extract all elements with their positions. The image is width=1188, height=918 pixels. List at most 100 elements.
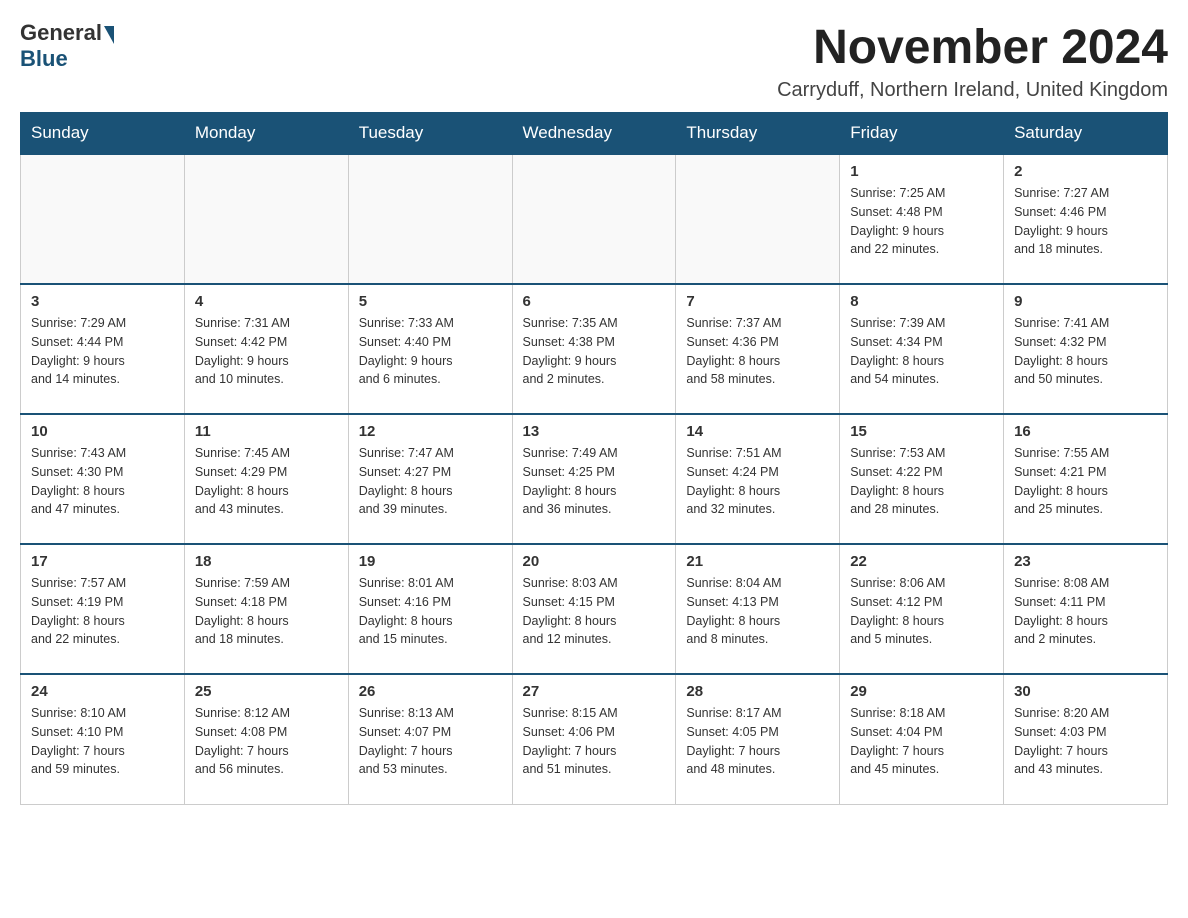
day-number: 2 (1014, 163, 1157, 180)
day-info: Sunrise: 7:59 AM Sunset: 4:18 PM Dayligh… (195, 574, 338, 649)
day-number: 4 (195, 293, 338, 310)
calendar-cell: 26Sunrise: 8:13 AM Sunset: 4:07 PM Dayli… (348, 674, 512, 804)
day-info: Sunrise: 8:20 AM Sunset: 4:03 PM Dayligh… (1014, 704, 1157, 779)
calendar-cell: 11Sunrise: 7:45 AM Sunset: 4:29 PM Dayli… (184, 414, 348, 544)
calendar-cell: 3Sunrise: 7:29 AM Sunset: 4:44 PM Daylig… (21, 284, 185, 414)
logo-blue-text: Blue (20, 46, 68, 71)
day-number: 29 (850, 683, 993, 700)
day-info: Sunrise: 8:08 AM Sunset: 4:11 PM Dayligh… (1014, 574, 1157, 649)
calendar-header-wednesday: Wednesday (512, 113, 676, 155)
day-info: Sunrise: 7:29 AM Sunset: 4:44 PM Dayligh… (31, 314, 174, 389)
calendar-cell: 17 Sunrise: 7:57 AM Sunset: 4:19 PM Dayli… (21, 544, 185, 674)
calendar-cell (676, 154, 840, 284)
calendar-table: SundayMondayTuesdayWednesdayThursdayFrid… (20, 112, 1168, 805)
calendar-header-row: SundayMondayTuesdayWednesdayThursdayFrid… (21, 113, 1168, 155)
calendar-cell: 30 Sunrise: 8:20 AM Sunset: 4:03 PM Dayli… (1004, 674, 1168, 804)
day-info: Sunrise: 8:01 AM Sunset: 4:16 PM Dayligh… (359, 574, 502, 649)
day-info: Sunrise: 7:37 AM Sunset: 4:36 PM Dayligh… (686, 314, 829, 389)
day-info: Sunrise: 7:49 AM Sunset: 4:25 PM Dayligh… (523, 444, 666, 519)
day-info: Sunrise: 8:17 AM Sunset: 4:05 PM Dayligh… (686, 704, 829, 779)
logo: General Blue (20, 20, 116, 72)
calendar-cell: 23Sunrise: 8:08 AM Sunset: 4:11 PM Dayli… (1004, 544, 1168, 674)
day-number: 12 (359, 423, 502, 440)
calendar-cell: 20 Sunrise: 8:03 AM Sunset: 4:15 PM Dayli… (512, 544, 676, 674)
day-number: 18 (195, 553, 338, 570)
calendar-cell: 19 Sunrise: 8:01 AM Sunset: 4:16 PM Dayli… (348, 544, 512, 674)
calendar-cell: 2 Sunrise: 7:27 AM Sunset: 4:46 PM Daylig… (1004, 154, 1168, 284)
day-info: Sunrise: 7:53 AM Sunset: 4:22 PM Dayligh… (850, 444, 993, 519)
calendar-week-2: 10 Sunrise: 7:43 AM Sunset: 4:30 PM Dayli… (21, 414, 1168, 544)
title-section: November 2024 Carryduff, Northern Irelan… (777, 20, 1168, 102)
calendar-cell: 1 Sunrise: 7:25 AM Sunset: 4:48 PM Daylig… (840, 154, 1004, 284)
calendar-cell: 29Sunrise: 8:18 AM Sunset: 4:04 PM Dayli… (840, 674, 1004, 804)
day-number: 30 (1014, 683, 1157, 700)
day-number: 15 (850, 423, 993, 440)
day-number: 1 (850, 163, 993, 180)
day-number: 14 (686, 423, 829, 440)
calendar-cell: 9 Sunrise: 7:41 AM Sunset: 4:32 PM Daylig… (1004, 284, 1168, 414)
calendar-cell: 21 Sunrise: 8:04 AM Sunset: 4:13 PM Dayli… (676, 544, 840, 674)
day-info: Sunrise: 7:43 AM Sunset: 4:30 PM Dayligh… (31, 444, 174, 519)
calendar-cell: 28 Sunrise: 8:17 AM Sunset: 4:05 PM Dayli… (676, 674, 840, 804)
day-info: Sunrise: 7:51 AM Sunset: 4:24 PM Dayligh… (686, 444, 829, 519)
day-info: Sunrise: 8:15 AM Sunset: 4:06 PM Dayligh… (523, 704, 666, 779)
day-number: 19 (359, 553, 502, 570)
logo-arrow-icon (104, 26, 114, 44)
calendar-week-0: 1 Sunrise: 7:25 AM Sunset: 4:48 PM Daylig… (21, 154, 1168, 284)
day-number: 28 (686, 683, 829, 700)
day-number: 17 (31, 553, 174, 570)
day-info: Sunrise: 8:13 AM Sunset: 4:07 PM Dayligh… (359, 704, 502, 779)
day-number: 11 (195, 423, 338, 440)
day-info: Sunrise: 7:25 AM Sunset: 4:48 PM Dayligh… (850, 184, 993, 259)
calendar-cell: 22Sunrise: 8:06 AM Sunset: 4:12 PM Dayli… (840, 544, 1004, 674)
day-number: 20 (523, 553, 666, 570)
day-info: Sunrise: 7:33 AM Sunset: 4:40 PM Dayligh… (359, 314, 502, 389)
calendar-cell: 18 Sunrise: 7:59 AM Sunset: 4:18 PM Dayli… (184, 544, 348, 674)
calendar-cell: 10 Sunrise: 7:43 AM Sunset: 4:30 PM Dayli… (21, 414, 185, 544)
day-info: Sunrise: 7:35 AM Sunset: 4:38 PM Dayligh… (523, 314, 666, 389)
calendar-cell (512, 154, 676, 284)
page-subtitle: Carryduff, Northern Ireland, United King… (777, 79, 1168, 102)
calendar-cell: 16 Sunrise: 7:55 AM Sunset: 4:21 PM Dayli… (1004, 414, 1168, 544)
day-info: Sunrise: 8:10 AM Sunset: 4:10 PM Dayligh… (31, 704, 174, 779)
calendar-header-tuesday: Tuesday (348, 113, 512, 155)
day-info: Sunrise: 8:03 AM Sunset: 4:15 PM Dayligh… (523, 574, 666, 649)
day-number: 21 (686, 553, 829, 570)
day-number: 7 (686, 293, 829, 310)
page-title: November 2024 (777, 20, 1168, 75)
calendar-cell (184, 154, 348, 284)
day-number: 16 (1014, 423, 1157, 440)
calendar-header-saturday: Saturday (1004, 113, 1168, 155)
calendar-cell: 5Sunrise: 7:33 AM Sunset: 4:40 PM Daylig… (348, 284, 512, 414)
calendar-cell: 14 Sunrise: 7:51 AM Sunset: 4:24 PM Dayli… (676, 414, 840, 544)
calendar-cell: 24 Sunrise: 8:10 AM Sunset: 4:10 PM Dayli… (21, 674, 185, 804)
day-number: 6 (523, 293, 666, 310)
page-header: General Blue November 2024 Carryduff, No… (20, 20, 1168, 102)
calendar-cell (21, 154, 185, 284)
day-number: 24 (31, 683, 174, 700)
calendar-cell: 15 Sunrise: 7:53 AM Sunset: 4:22 PM Dayli… (840, 414, 1004, 544)
day-info: Sunrise: 7:57 AM Sunset: 4:19 PM Dayligh… (31, 574, 174, 649)
calendar-cell: 6 Sunrise: 7:35 AM Sunset: 4:38 PM Daylig… (512, 284, 676, 414)
calendar-cell: 13Sunrise: 7:49 AM Sunset: 4:25 PM Dayli… (512, 414, 676, 544)
day-number: 9 (1014, 293, 1157, 310)
day-info: Sunrise: 7:55 AM Sunset: 4:21 PM Dayligh… (1014, 444, 1157, 519)
day-info: Sunrise: 7:27 AM Sunset: 4:46 PM Dayligh… (1014, 184, 1157, 259)
calendar-header-monday: Monday (184, 113, 348, 155)
day-info: Sunrise: 7:39 AM Sunset: 4:34 PM Dayligh… (850, 314, 993, 389)
calendar-cell: 25 Sunrise: 8:12 AM Sunset: 4:08 PM Dayli… (184, 674, 348, 804)
day-info: Sunrise: 7:41 AM Sunset: 4:32 PM Dayligh… (1014, 314, 1157, 389)
day-info: Sunrise: 8:12 AM Sunset: 4:08 PM Dayligh… (195, 704, 338, 779)
calendar-header-friday: Friday (840, 113, 1004, 155)
calendar-cell (348, 154, 512, 284)
calendar-week-1: 3Sunrise: 7:29 AM Sunset: 4:44 PM Daylig… (21, 284, 1168, 414)
day-number: 8 (850, 293, 993, 310)
calendar-cell: 12Sunrise: 7:47 AM Sunset: 4:27 PM Dayli… (348, 414, 512, 544)
day-number: 10 (31, 423, 174, 440)
logo-general-text: General (20, 20, 102, 46)
day-info: Sunrise: 8:04 AM Sunset: 4:13 PM Dayligh… (686, 574, 829, 649)
calendar-cell: 8 Sunrise: 7:39 AM Sunset: 4:34 PM Daylig… (840, 284, 1004, 414)
day-number: 22 (850, 553, 993, 570)
day-info: Sunrise: 7:31 AM Sunset: 4:42 PM Dayligh… (195, 314, 338, 389)
day-number: 25 (195, 683, 338, 700)
